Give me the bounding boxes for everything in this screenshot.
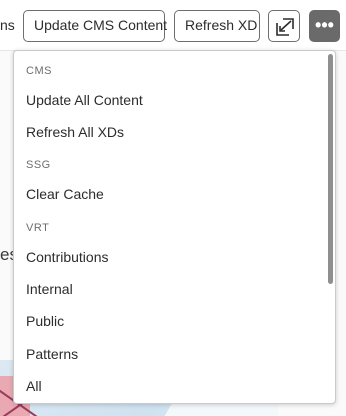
menu-item-contributions[interactable]: Contributions xyxy=(26,249,109,265)
menu-section-ssg: SSG xyxy=(26,159,51,171)
open-external-icon xyxy=(276,18,294,36)
menu-section-cms: CMS xyxy=(26,65,52,77)
menu-item-all[interactable]: All xyxy=(26,378,42,394)
menu-item-update-all-content[interactable]: Update All Content xyxy=(26,92,143,108)
menu-item-internal[interactable]: Internal xyxy=(26,281,73,297)
menu-scrollbar[interactable] xyxy=(328,54,333,284)
toolbar: ns Update CMS Content Refresh XD ••• xyxy=(0,0,346,51)
more-icon: ••• xyxy=(315,15,334,35)
menu-item-clear-cache[interactable]: Clear Cache xyxy=(26,186,104,202)
menu-item-refresh-all-xds[interactable]: Refresh All XDs xyxy=(26,124,124,140)
more-options-button[interactable]: ••• xyxy=(309,10,340,42)
more-options-menu: CMS Update All Content Refresh All XDs S… xyxy=(13,50,336,404)
refresh-xd-button[interactable]: Refresh XD xyxy=(174,10,260,42)
menu-section-vrt: VRT xyxy=(26,222,50,234)
menu-item-patterns[interactable]: Patterns xyxy=(26,346,78,362)
update-cms-content-button[interactable]: Update CMS Content xyxy=(23,10,167,42)
menu-item-public[interactable]: Public xyxy=(26,313,64,329)
toolbar-left-text: ns xyxy=(0,17,15,33)
open-external-button[interactable] xyxy=(268,10,300,42)
